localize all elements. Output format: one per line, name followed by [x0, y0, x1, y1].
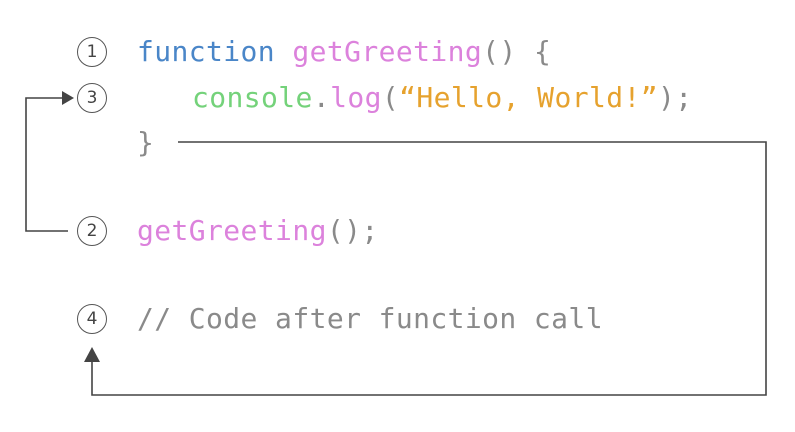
step-1-marker: 1 — [77, 37, 107, 67]
code-line-closing-brace: } — [137, 126, 154, 160]
call-arrow — [25, 97, 68, 232]
close-paren-semicolon: ); — [658, 81, 693, 114]
declaration-punctuation: () { — [482, 35, 552, 68]
return-arrow — [91, 141, 767, 396]
code-line-console-log: console.log(“Hello, World!”); — [192, 81, 693, 115]
call-punctuation: (); — [326, 214, 379, 247]
keyword-function: function — [137, 35, 276, 68]
open-paren: ( — [381, 81, 400, 114]
step-3-marker: 3 — [77, 83, 107, 113]
code-line-comment: // Code after function call — [137, 302, 603, 336]
closing-brace: } — [137, 126, 155, 159]
console-object: console — [192, 81, 313, 114]
step-2-marker: 2 — [77, 216, 107, 246]
step-4-marker: 4 — [77, 304, 107, 334]
function-call-flow-diagram: 1 3 2 4 function getGreeting() { console… — [0, 0, 795, 432]
code-line-function-declaration: function getGreeting() { — [137, 35, 551, 69]
string-literal: “Hello, World!” — [399, 81, 658, 114]
member-dot: . — [312, 81, 331, 114]
called-function-name: getGreeting — [137, 214, 327, 247]
code-line-function-call: getGreeting(); — [137, 214, 379, 248]
return-arrowhead — [84, 347, 100, 362]
comment-text: // Code after function call — [137, 302, 603, 335]
function-name: getGreeting — [292, 35, 483, 68]
call-arrowhead — [62, 91, 74, 105]
log-method: log — [330, 81, 382, 114]
